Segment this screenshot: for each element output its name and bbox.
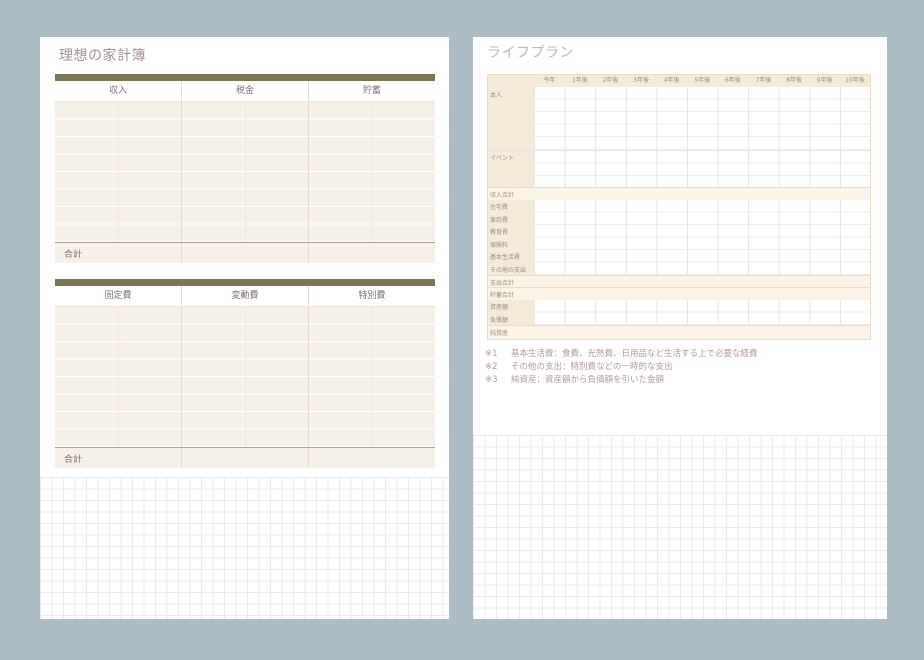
event-rows[interactable]: イベント — [488, 150, 870, 188]
footnote: ※1 基本生活費：食費、光熱費、日用品など生活する上で必要な経費 — [485, 348, 758, 361]
year-header: 3年後 — [633, 77, 649, 84]
row-label-assets: 資産額 — [490, 304, 509, 311]
column-header-special-cost: 特別費 — [358, 291, 386, 301]
expense-table: 固定費 変動費 特別費 合計 — [55, 279, 435, 468]
person-rows[interactable]: 本人 — [488, 87, 870, 150]
income-table: 収入 税金 貯蓄 合計 — [55, 74, 435, 263]
year-header: 2年後 — [602, 77, 619, 84]
year-header: 6年後 — [724, 77, 741, 84]
column-header-savings: 貯蓄 — [362, 86, 381, 96]
row-label-car: 車両費 — [490, 216, 509, 224]
footnote-text: 基本生活費：食費、光熱費、日用品など生活する上で必要な経費 — [511, 349, 758, 359]
year-header: 8年後 — [786, 77, 802, 84]
grid-paper-area — [40, 477, 449, 619]
row-label-other-spending: その他の支出 — [490, 266, 527, 274]
column-header-income: 収入 — [55, 81, 182, 101]
expense-rows[interactable]: 住宅費 車両費 教育費 保険料 基本生活費 その他の支出 — [488, 200, 870, 275]
table-total-row: 合計 — [55, 242, 435, 263]
footnote-mark: ※1 — [485, 349, 498, 359]
column-header-fixed-cost: 固定費 — [55, 286, 182, 306]
table-total-row: 合計 — [55, 447, 435, 468]
row-label-savings-total: 貯蓄合計 — [490, 292, 515, 299]
year-header: 10年後 — [845, 77, 865, 84]
table-entry-area[interactable] — [55, 307, 435, 447]
total-label: 合計 — [64, 250, 83, 260]
row-label-insurance: 保険料 — [490, 241, 509, 249]
footnote-text: 純資産：資産額から負債額を引いた金額 — [511, 375, 665, 385]
year-header: 4年後 — [663, 77, 680, 84]
budget-page: 理想の家計簿 収入 税金 貯蓄 合計 固定費 変動費 特別費 合計 — [40, 37, 449, 619]
grid-paper-area — [473, 435, 887, 619]
net-assets-row: 純資産 — [488, 325, 870, 339]
row-label-housing: 住宅費 — [490, 204, 509, 211]
savings-total-row: 貯蓄合計 — [488, 287, 870, 300]
footnote: ※2 その他の支出：特別費などの一時的な支出 — [485, 361, 758, 374]
column-header-tax: 税金 — [182, 81, 309, 101]
life-plan-table: 今年 1年後 2年後 3年後 4年後 5年後 6年後 7年後 8年後 9年後 1… — [487, 74, 871, 340]
row-label-net-assets: 純資産 — [490, 330, 509, 337]
table-header-row: 固定費 変動費 特別費 — [55, 286, 435, 307]
row-label-basic-living: 基本生活費 — [490, 254, 521, 261]
life-plan-page: ライフプラン 今年 1年後 2年後 3年後 4年後 5年後 6年後 7年後 8年… — [473, 37, 887, 619]
year-header: 5年後 — [694, 77, 711, 84]
row-label-person: 本人 — [490, 92, 503, 99]
row-label-liabilities: 負債額 — [490, 316, 509, 324]
row-label-event: イベント — [490, 155, 515, 162]
income-total-row: 収入合計 — [488, 187, 870, 200]
table-header-row: 収入 税金 貯蓄 — [55, 81, 435, 102]
footnote-text: その他の支出：特別費などの一時的な支出 — [511, 362, 673, 372]
total-label: 合計 — [64, 455, 83, 465]
page-title: ライフプラン — [487, 45, 574, 61]
footnote-mark: ※2 — [485, 362, 498, 372]
year-header-row: 今年 1年後 2年後 3年後 4年後 5年後 6年後 7年後 8年後 9年後 1… — [488, 75, 870, 87]
year-header: 9年後 — [816, 77, 833, 84]
table-header-bar — [55, 279, 435, 286]
footnote-mark: ※3 — [485, 375, 498, 385]
row-label-education: 教育費 — [490, 229, 509, 236]
column-header-variable-cost: 変動費 — [182, 286, 309, 306]
footnotes: ※1 基本生活費：食費、光熱費、日用品など生活する上で必要な経費 ※2 その他の支出… — [485, 348, 758, 387]
page-title: 理想の家計簿 — [59, 48, 146, 64]
row-label-spending-total: 支出合計 — [490, 280, 515, 287]
table-entry-area[interactable] — [55, 102, 435, 242]
year-header: 7年後 — [755, 77, 772, 84]
footnote: ※3 純資産：資産額から負債額を引いた金額 — [485, 374, 758, 387]
year-header: 今年 — [543, 77, 556, 84]
asset-rows[interactable]: 資産額 負債額 — [488, 300, 870, 325]
table-header-bar — [55, 74, 435, 81]
row-label-income-total: 収入合計 — [490, 192, 515, 199]
year-header: 1年後 — [571, 77, 588, 84]
